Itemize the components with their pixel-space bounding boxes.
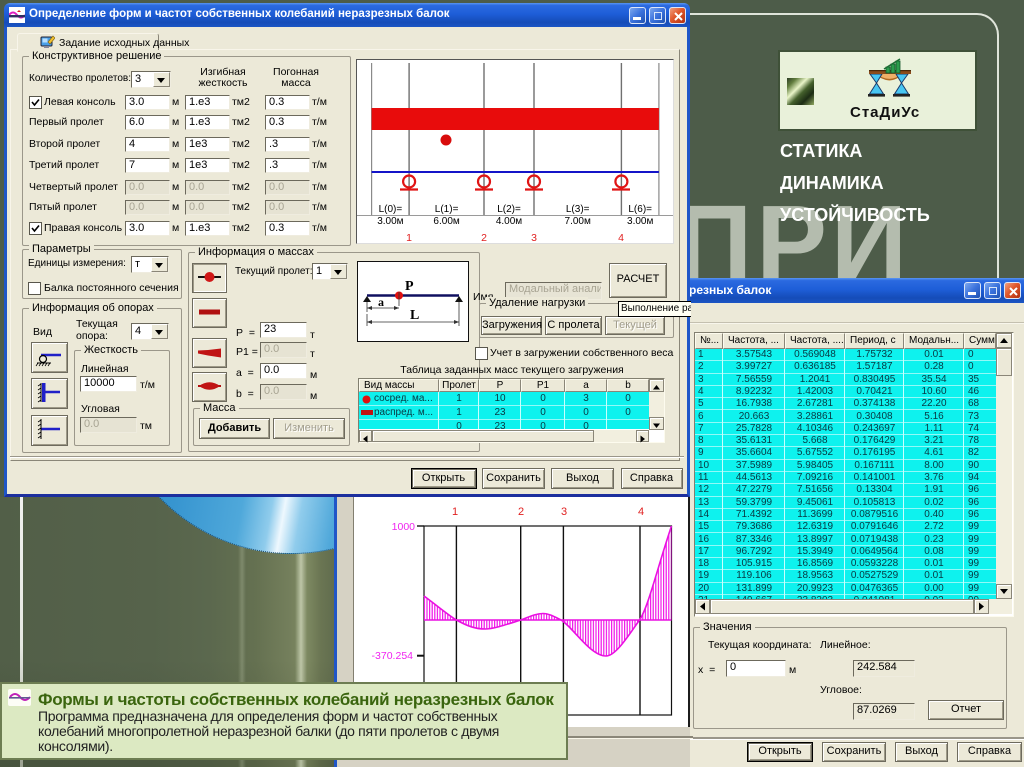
svg-text:P: P bbox=[405, 279, 414, 294]
svg-text:3.00м: 3.00м bbox=[377, 216, 403, 227]
svg-text:6.00м: 6.00м bbox=[433, 216, 459, 227]
svg-text:1: 1 bbox=[452, 506, 458, 518]
svg-text:L(6)=: L(6)= bbox=[628, 204, 652, 215]
svg-text:2: 2 bbox=[481, 232, 487, 243]
svg-text:2: 2 bbox=[518, 506, 524, 518]
svg-text:1: 1 bbox=[406, 232, 412, 243]
svg-text:L(2)=: L(2)= bbox=[497, 204, 521, 215]
svg-text:3: 3 bbox=[531, 232, 537, 243]
svg-text:4: 4 bbox=[638, 506, 644, 518]
svg-text:L(0)=: L(0)= bbox=[379, 204, 403, 215]
svg-text:1000: 1000 bbox=[392, 521, 416, 533]
svg-text:a: a bbox=[378, 295, 384, 309]
svg-text:3.00м: 3.00м bbox=[627, 216, 653, 227]
svg-text:4.00м: 4.00м bbox=[496, 216, 522, 227]
svg-text:3: 3 bbox=[561, 506, 567, 518]
svg-text:-370.254: -370.254 bbox=[372, 650, 414, 662]
svg-text:L(1)=: L(1)= bbox=[435, 204, 459, 215]
svg-text:4: 4 bbox=[618, 232, 624, 243]
svg-text:L: L bbox=[410, 308, 419, 323]
svg-text:L(3)=: L(3)= bbox=[566, 204, 590, 215]
svg-text:7.00м: 7.00м bbox=[565, 216, 591, 227]
